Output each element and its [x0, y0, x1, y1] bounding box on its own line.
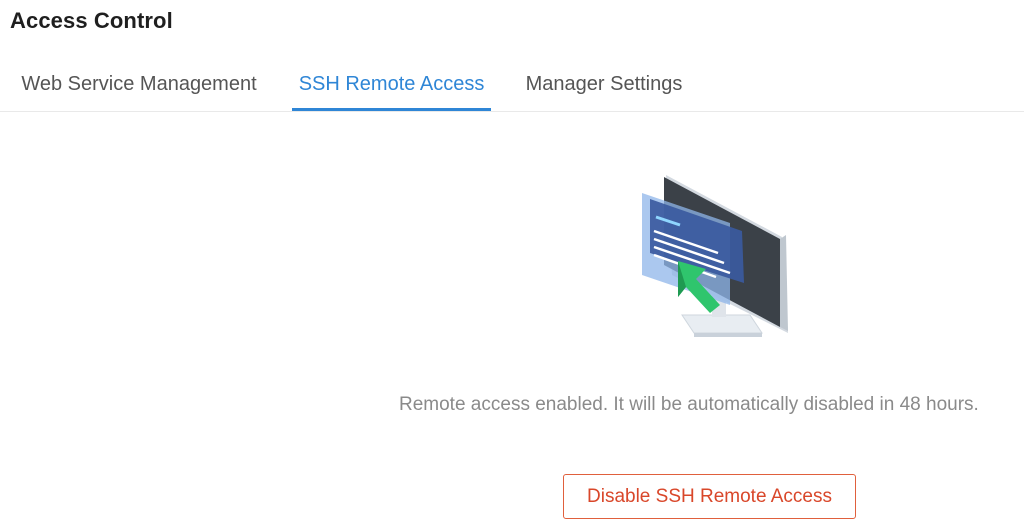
tab-web-service-management[interactable]: Web Service Management	[10, 62, 268, 110]
monitor-with-cursor-icon	[620, 165, 820, 350]
tab-bar: Web Service Management SSH Remote Access…	[0, 62, 1024, 112]
disable-ssh-remote-access-button[interactable]: Disable SSH Remote Access	[563, 474, 856, 519]
access-control-page: Access Control Web Service Management SS…	[0, 0, 1024, 529]
remote-access-status-message: Remote access enabled. It will be automa…	[399, 394, 979, 415]
page-title: Access Control	[10, 8, 173, 33]
tab-ssh-remote-access[interactable]: SSH Remote Access	[292, 62, 491, 111]
tab-manager-settings[interactable]: Manager Settings	[514, 62, 694, 110]
